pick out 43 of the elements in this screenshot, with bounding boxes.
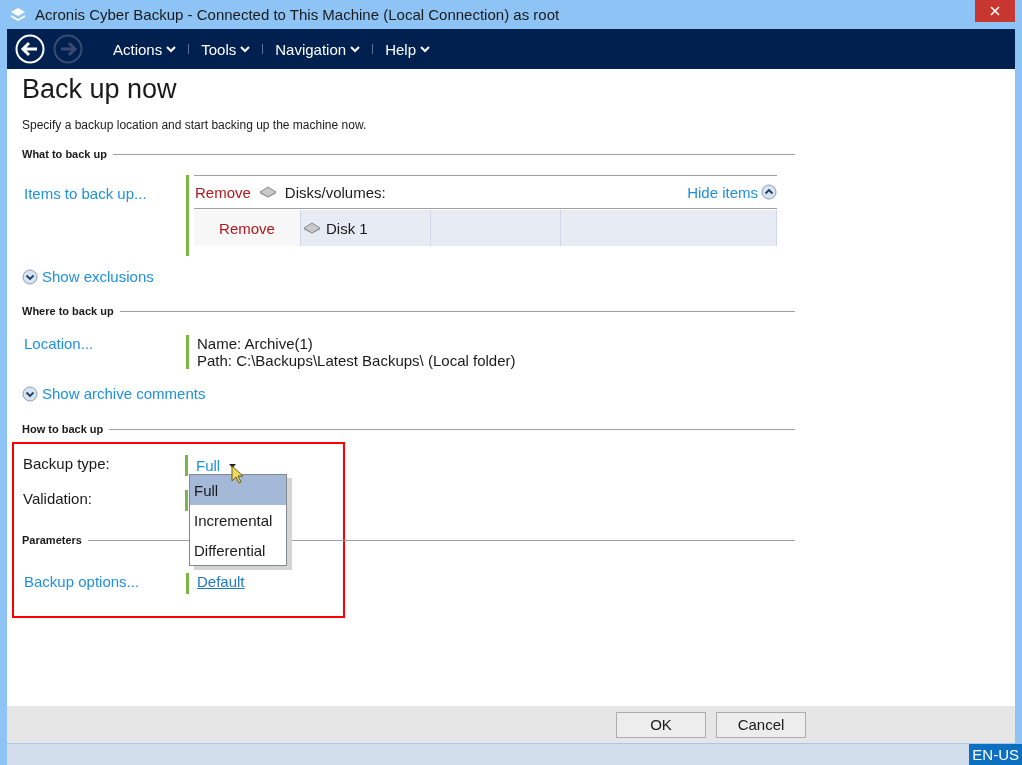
section-heading: Parameters: [22, 534, 82, 546]
disk-item[interactable]: Disk 1: [301, 210, 431, 246]
close-button[interactable]: [975, 0, 1015, 22]
hide-items-link[interactable]: Hide items: [687, 183, 777, 201]
expand-icon[interactable]: [22, 268, 38, 285]
section-heading: Where to back up: [22, 305, 114, 317]
show-exclusions-link[interactable]: Show exclusions: [22, 268, 1015, 285]
dropdown-option[interactable]: Incremental: [190, 505, 286, 535]
field-label: Backup type:: [23, 455, 111, 474]
field-label: Validation:: [23, 490, 93, 509]
dropdown-option[interactable]: Differential: [190, 535, 286, 565]
expand-icon[interactable]: [22, 385, 38, 402]
location-link[interactable]: Location...: [24, 335, 94, 352]
menu-item[interactable]: Navigation: [263, 40, 373, 58]
remove-link[interactable]: Remove: [195, 183, 251, 201]
chevron-down-icon: [420, 45, 430, 53]
backup-options-link[interactable]: Backup options...: [24, 573, 186, 594]
window-title: Acronis Cyber Backup - Connected to This Machine (Local Connection) as root: [35, 6, 561, 23]
dropdown-option[interactable]: Full: [190, 475, 286, 505]
default-link[interactable]: Default: [197, 573, 245, 590]
section-heading: What to back up: [22, 148, 107, 160]
menu-item[interactable]: Tools: [189, 40, 263, 58]
menu-item[interactable]: Actions: [101, 40, 189, 58]
dialog-button[interactable]: OK: [616, 711, 706, 738]
app-logo-icon: [10, 6, 26, 23]
show-comments-link[interactable]: Show archive comments: [22, 385, 1015, 402]
location-detail: Path: C:\Backups\Latest Backups\ (Local folder): [197, 352, 517, 369]
collapse-icon[interactable]: [761, 184, 777, 200]
menu-item[interactable]: Help: [373, 40, 442, 58]
chevron-down-icon: [240, 45, 251, 53]
back-button[interactable]: [15, 34, 45, 64]
close-icon: [990, 6, 1000, 16]
page-title: Back up now: [21, 73, 178, 105]
cursor-icon: [231, 465, 245, 485]
chevron-down-icon: [350, 45, 361, 53]
section-heading: How to back up: [22, 423, 104, 435]
dialog-button[interactable]: Cancel: [716, 711, 806, 738]
group-label: Disks/volumes:: [284, 183, 386, 201]
remove-link[interactable]: Remove: [194, 210, 301, 246]
chevron-down-icon: [166, 45, 177, 53]
language-indicator[interactable]: EN-US: [969, 744, 1022, 765]
location-detail: Name: Archive(1): [197, 335, 314, 352]
page-description: Specify a backup location and start backing up the machine now.: [22, 118, 368, 132]
